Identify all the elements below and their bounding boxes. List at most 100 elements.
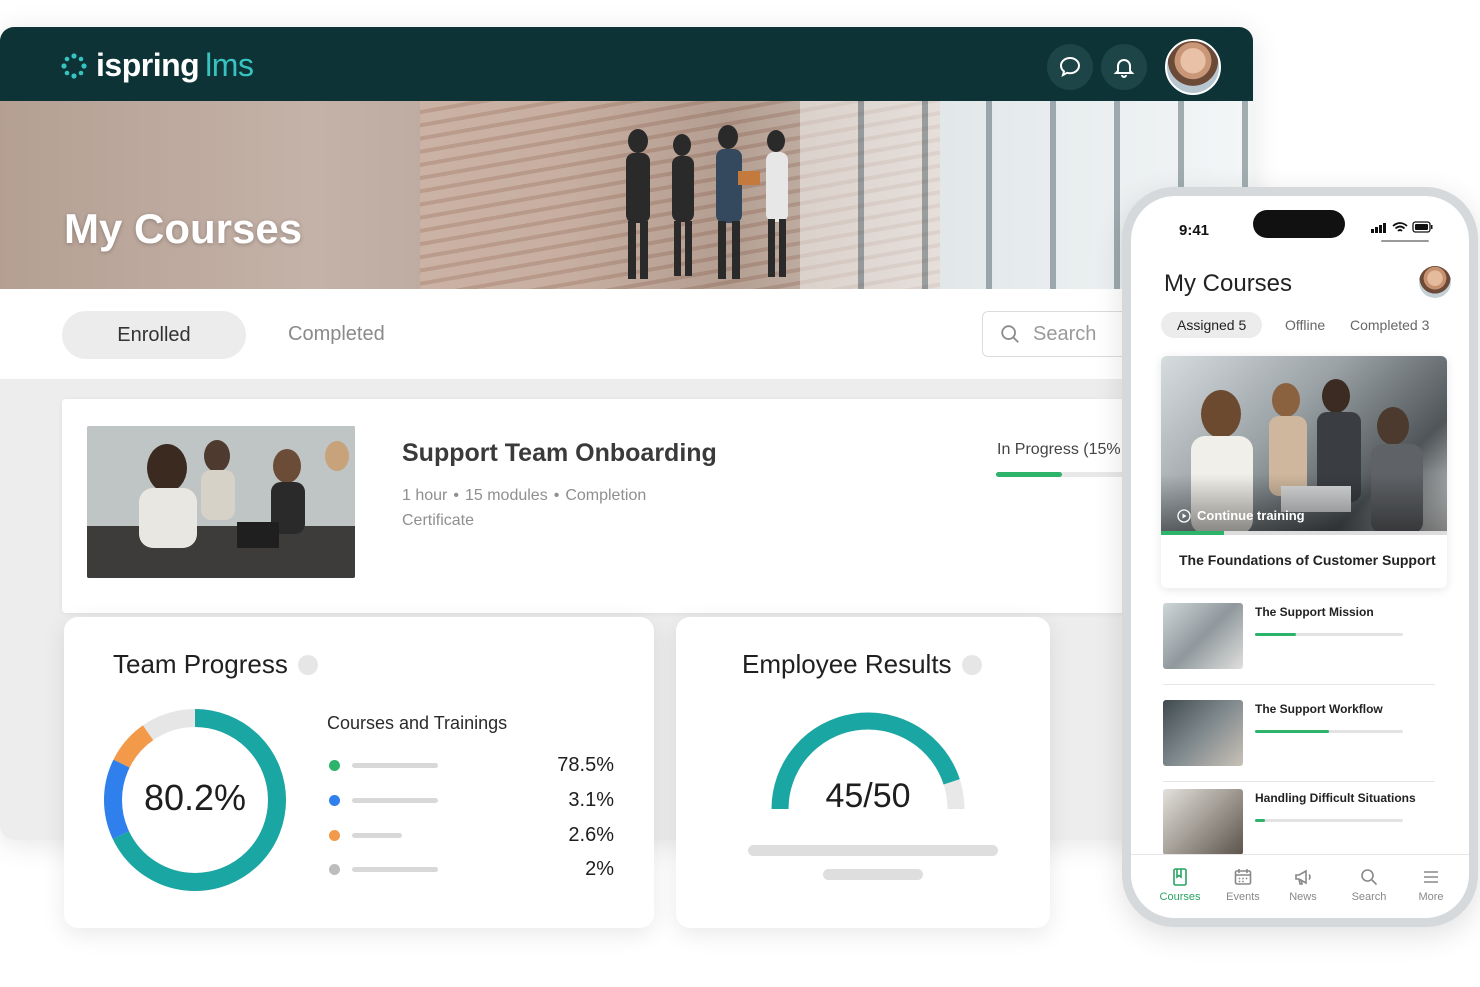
search-icon [1001, 325, 1019, 343]
employee-results-title: Employee Results [742, 649, 982, 680]
nav-more-label: More [1418, 891, 1444, 903]
list-item[interactable]: The Support Workflow [1163, 700, 1435, 786]
list-divider [1163, 684, 1435, 685]
meta-separator: • [453, 487, 459, 504]
nav-events-label: Events [1226, 891, 1260, 903]
legend-value: 2.6% [568, 823, 614, 846]
placeholder-bar [823, 869, 923, 880]
course-progress-bar [1255, 730, 1403, 733]
logo-accent: lms [205, 47, 254, 83]
page-title: My Courses [64, 205, 303, 252]
phone-screen: 9:41 My Courses Assigned 5 Offline Compl… [1131, 196, 1469, 918]
phone-user-avatar[interactable] [1419, 266, 1451, 298]
tabs-bar: Enrolled Completed Search [0, 289, 1253, 379]
featured-image-shade [1161, 474, 1447, 534]
nav-events[interactable]: Events [1213, 867, 1273, 903]
course-modules: 15 modules [464, 487, 548, 504]
course-completion: Completion [565, 487, 647, 504]
continue-training-label: Continue training [1197, 508, 1305, 523]
nav-courses-label: Courses [1159, 891, 1201, 903]
course-card[interactable]: Support Team Onboarding 1 hour • 15 module… [62, 399, 1182, 613]
notifications-button[interactable] [1101, 44, 1147, 90]
course-name: The Support Workflow [1255, 702, 1383, 716]
legend-row: 2.6% [329, 824, 614, 846]
team-progress-widget: Team Progress 80.2% Courses and Training… [64, 617, 654, 928]
legend-dot-blue [329, 794, 340, 806]
course-name: The Support Mission [1255, 605, 1374, 619]
nav-search-label: Search [1351, 891, 1387, 903]
tab-completed[interactable]: Completed [288, 323, 385, 346]
top-bar: ispring lms [0, 27, 1253, 101]
featured-course-card[interactable]: Continue training The Foundations of Cus… [1161, 356, 1447, 588]
user-avatar[interactable] [1165, 39, 1221, 95]
legend-value: 78.5% [557, 753, 614, 776]
team-progress-heading: Team Progress [113, 649, 288, 679]
legend-placeholder-bar [352, 866, 438, 872]
phone-tab-offline[interactable]: Offline [1285, 317, 1325, 333]
phone-frame: 9:41 My Courses Assigned 5 Offline Compl… [1122, 187, 1478, 927]
status-icons [1371, 221, 1433, 233]
phone-time: 9:41 [1179, 222, 1210, 239]
logo-main: ispring [96, 47, 200, 83]
employee-results-score: 45/50 [825, 777, 911, 815]
hero-banner: My Courses [0, 101, 1253, 289]
info-icon[interactable] [961, 654, 982, 675]
list-item[interactable]: The Support Mission [1163, 603, 1435, 689]
course-name: Handling Difficult Situations [1255, 791, 1416, 805]
logo-mark-icon [61, 52, 87, 79]
phone-page-title: My Courses [1164, 270, 1293, 297]
course-progress-fill [1255, 633, 1297, 636]
course-title[interactable]: Support Team Onboarding [402, 439, 717, 468]
hamburger-menu-icon [1424, 871, 1438, 883]
legend-placeholder-bar [352, 762, 438, 768]
chat-bubble-icon [1059, 56, 1081, 77]
nav-news[interactable]: News [1273, 867, 1333, 903]
legend-row: 78.5% [329, 754, 614, 776]
meta-separator: • [553, 487, 560, 504]
wifi-icon [1392, 222, 1408, 232]
course-status: In Progress (15% [997, 441, 1121, 458]
course-progress-fill [1255, 819, 1266, 822]
course-progress-bar [1255, 633, 1403, 636]
search-placeholder: Search [1033, 322, 1097, 345]
logo[interactable]: ispring lms [60, 47, 254, 84]
legend-dot-orange [329, 829, 340, 841]
chat-button[interactable] [1047, 44, 1093, 90]
bell-icon [1113, 59, 1135, 78]
calendar-icon [1234, 869, 1252, 885]
course-progress-fill [1255, 730, 1329, 733]
course-certificate: Certificate [402, 512, 475, 529]
status-underline [1381, 240, 1429, 242]
info-icon[interactable] [297, 654, 318, 675]
course-thumbnail [1163, 789, 1243, 855]
legend-placeholder-bar [352, 832, 402, 838]
nav-search[interactable]: Search [1339, 867, 1399, 903]
team-progress-value: 80.2% [143, 777, 247, 818]
course-thumbnail [1163, 700, 1243, 766]
placeholder-bar [748, 845, 998, 856]
nav-courses[interactable]: Courses [1150, 867, 1210, 903]
featured-course-title: The Foundations of Customer Support [1179, 552, 1436, 568]
list-divider [1163, 781, 1435, 782]
dynamic-island [1253, 210, 1345, 238]
signal-icon [1371, 229, 1374, 233]
course-meta: 1 hour • 15 modules • Completion Certificate [402, 483, 732, 533]
course-thumbnail [1163, 603, 1243, 669]
hero-people-graphic [626, 125, 788, 279]
course-progress-fill [996, 472, 1062, 477]
legend-dot-grey [329, 863, 340, 875]
employee-results-widget: Employee Results 45/50 [676, 617, 1050, 928]
phone-tab-completed[interactable]: Completed 3 [1350, 317, 1429, 333]
search-icon [1361, 869, 1378, 886]
phone-tab-assigned[interactable]: Assigned 5 [1161, 312, 1263, 338]
legend-row: 3.1% [329, 789, 614, 811]
course-thumbnail-graphic [87, 426, 355, 578]
tab-enrolled[interactable]: Enrolled [62, 311, 246, 359]
megaphone-icon [1295, 869, 1311, 885]
employee-results-heading: Employee Results [742, 649, 952, 679]
featured-progress-bar [1161, 531, 1447, 535]
logo-text: ispring lms [96, 47, 254, 84]
course-thumbnail [87, 426, 355, 578]
nav-more[interactable]: More [1401, 867, 1461, 903]
continue-training-link[interactable]: Continue training [1177, 508, 1305, 523]
